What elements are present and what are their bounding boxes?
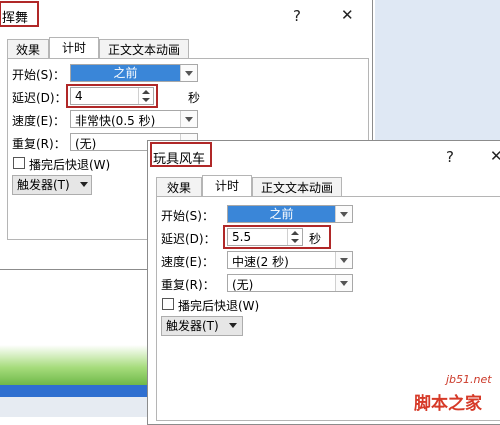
start-label: 开始(S)： bbox=[12, 68, 65, 82]
start-select[interactable]: 之前 bbox=[227, 205, 353, 223]
chevron-down-icon[interactable] bbox=[180, 111, 197, 127]
tab-effect[interactable]: 效果 bbox=[7, 39, 49, 59]
start-value: 之前 bbox=[228, 206, 335, 222]
help-icon[interactable]: ? bbox=[293, 7, 301, 25]
delay-highlight bbox=[223, 225, 331, 249]
rewind-label: 播完后快退(W) bbox=[178, 299, 260, 313]
repeat-value: (无) bbox=[232, 278, 254, 292]
repeat-value: (无) bbox=[75, 137, 97, 151]
repeat-label: 重复(R)： bbox=[161, 278, 215, 292]
caret-down-icon bbox=[228, 323, 237, 328]
background-blue-strip bbox=[375, 0, 500, 140]
watermark-name: 脚本之家 bbox=[414, 394, 482, 414]
start-label: 开始(S)： bbox=[161, 209, 214, 223]
trigger-button[interactable]: 触发器(T) bbox=[12, 175, 92, 195]
speed-select[interactable]: 非常快(0.5 秒) bbox=[70, 110, 198, 128]
trigger-button[interactable]: 触发器(T) bbox=[161, 316, 243, 336]
chevron-down-icon[interactable] bbox=[335, 252, 352, 268]
start-value: 之前 bbox=[71, 65, 180, 81]
repeat-label: 重复(R)： bbox=[12, 137, 66, 151]
caret-down-icon bbox=[79, 182, 88, 187]
speed-select[interactable]: 中速(2 秒) bbox=[227, 251, 353, 269]
delay-unit: 秒 bbox=[188, 91, 201, 105]
background-band bbox=[0, 385, 160, 397]
speed-value: 非常快(0.5 秒) bbox=[75, 114, 156, 128]
trigger-label: 触发器(T) bbox=[166, 319, 219, 333]
close-icon[interactable]: ✕ bbox=[341, 6, 354, 24]
speed-value: 中速(2 秒) bbox=[232, 255, 289, 269]
watermark-site: jb51.net bbox=[446, 373, 492, 386]
chevron-down-icon[interactable] bbox=[335, 275, 352, 291]
start-select[interactable]: 之前 bbox=[70, 64, 198, 82]
repeat-select[interactable]: (无) bbox=[227, 274, 353, 292]
tab-timing[interactable]: 计时 bbox=[202, 175, 252, 197]
delay-label: 延迟(D)： bbox=[12, 91, 67, 105]
tab-text-animation[interactable]: 正文文本动画 bbox=[252, 177, 342, 197]
front-timing-panel: 开始(S)： 之前 延迟(D)： 5.5 秒 速度(E)： 中速(2 秒) 重复… bbox=[156, 196, 500, 421]
chevron-down-icon[interactable] bbox=[180, 65, 197, 81]
rewind-checkbox[interactable] bbox=[13, 157, 25, 169]
trigger-label: 触发器(T) bbox=[17, 178, 70, 192]
rewind-label: 播完后快退(W) bbox=[29, 158, 111, 172]
speed-label: 速度(E)： bbox=[12, 114, 65, 128]
delay-highlight bbox=[66, 84, 158, 108]
front-title-highlight bbox=[150, 142, 212, 167]
back-dialog-titlebar bbox=[0, 0, 372, 29]
tab-text-animation[interactable]: 正文文本动画 bbox=[99, 39, 189, 59]
delay-label: 延迟(D)： bbox=[161, 232, 216, 246]
speed-label: 速度(E)： bbox=[161, 255, 214, 269]
chevron-down-icon[interactable] bbox=[335, 206, 352, 222]
back-title-highlight bbox=[0, 1, 39, 27]
tab-timing[interactable]: 计时 bbox=[49, 37, 99, 59]
tab-effect[interactable]: 效果 bbox=[156, 177, 202, 197]
rewind-checkbox[interactable] bbox=[162, 298, 174, 310]
background-band-2 bbox=[0, 397, 160, 417]
help-icon[interactable]: ? bbox=[446, 148, 454, 166]
background-grass bbox=[0, 345, 160, 390]
close-icon[interactable]: ✕ bbox=[490, 147, 500, 165]
